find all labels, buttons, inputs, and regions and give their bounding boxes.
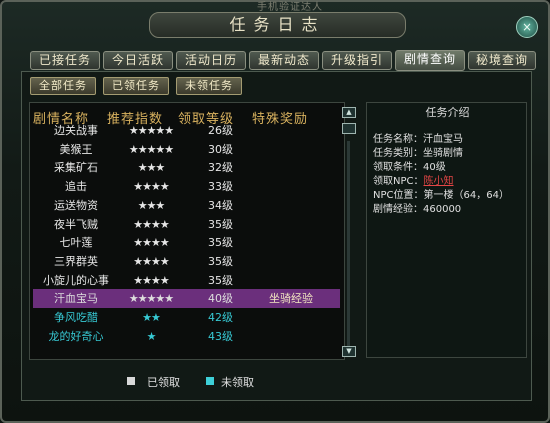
special-reward	[251, 252, 331, 271]
task-row[interactable]: 美猴王 ★★★★★ 30级	[33, 140, 340, 159]
tab-secret-realm-query[interactable]: 秘境查询	[468, 51, 536, 70]
required-level: 26级	[208, 124, 233, 137]
required-level: 42级	[208, 311, 233, 324]
special-reward: 坐骑经验	[269, 292, 313, 306]
special-reward	[251, 215, 331, 234]
special-reward	[251, 271, 331, 290]
task-name: 运送物资	[54, 198, 98, 212]
special-reward	[251, 177, 331, 196]
task-row[interactable]: 争风吃醋 ★★ 42级	[33, 308, 340, 327]
task-name: 汗血宝马	[54, 292, 98, 306]
required-level: 34级	[208, 198, 233, 212]
task-name: 三界群英	[54, 254, 98, 268]
task-name: 七叶莲	[59, 236, 93, 250]
detail-name-line: 任务名称：汗血宝马	[373, 130, 463, 145]
special-reward	[251, 158, 331, 177]
detail-title: 任务介绍	[425, 106, 470, 119]
recommend-stars: ★★★	[137, 198, 166, 212]
recommend-stars: ★★★★★	[128, 124, 174, 137]
detail-exp-value: 460000	[423, 204, 462, 215]
recommend-stars: ★★★★	[133, 273, 169, 287]
recommend-stars: ★★★★	[133, 180, 169, 194]
filter-unreceived-button[interactable]: 未领任务	[176, 77, 242, 95]
task-row[interactable]: 三界群英 ★★★★ 35级	[33, 252, 340, 271]
tab-accepted-tasks[interactable]: 已接任务	[30, 51, 100, 70]
task-name: 龙的好奇心	[48, 329, 104, 343]
detail-npc-pos-line: NPC位置：第一楼（64，64）	[373, 186, 509, 201]
legend-received-swatch	[127, 377, 135, 385]
task-row[interactable]: 夜半飞贼 ★★★★ 35级	[33, 215, 340, 234]
scroll-up-icon[interactable]: ▲	[342, 107, 356, 118]
special-reward	[251, 196, 331, 215]
task-name: 夜半飞贼	[54, 217, 98, 231]
recommend-stars: ★★★★★	[128, 142, 174, 156]
window-title: 任务日志	[149, 12, 406, 38]
recommend-stars: ★★★★	[133, 236, 169, 250]
task-name: 小旋儿的心事	[43, 273, 109, 287]
tab-event-calendar[interactable]: 活动日历	[176, 51, 246, 70]
task-row[interactable]: 小旋儿的心事 ★★★★ 35级	[33, 271, 340, 290]
scroll-down-icon[interactable]: ▼	[342, 346, 356, 357]
task-row[interactable]: 边关战事 ★★★★★ 26级	[33, 121, 340, 140]
required-level: 35级	[208, 236, 233, 250]
tab-latest-news[interactable]: 最新动态	[249, 51, 319, 70]
task-row[interactable]: 采集矿石 ★★★ 32级	[33, 158, 340, 177]
task-row[interactable]: 龙的好奇心 ★ 43级	[33, 327, 340, 346]
recommend-stars: ★★★★	[133, 254, 169, 268]
required-level: 33级	[208, 180, 233, 194]
recommend-stars: ★★★★	[133, 217, 169, 231]
detail-exp-line: 剧情经验：460000	[373, 200, 461, 215]
tab-story-query[interactable]: 剧情查询	[395, 50, 465, 71]
filter-all-button[interactable]: 全部任务	[30, 77, 96, 95]
filter-received-button[interactable]: 已领任务	[103, 77, 169, 95]
task-name: 追击	[65, 180, 87, 194]
required-level: 35级	[208, 217, 233, 231]
tab-level-guide[interactable]: 升级指引	[322, 51, 392, 70]
legend-received-label: 已领取	[147, 376, 180, 389]
required-level: 43级	[208, 329, 233, 343]
task-row[interactable]: 运送物资 ★★★ 34级	[33, 196, 340, 215]
detail-condition-line: 领取条件：40级	[373, 158, 446, 173]
task-row[interactable]: 汗血宝马 ★★★★★ 40级 坐骑经验	[33, 289, 340, 309]
tab-daily-activity[interactable]: 今日活跃	[103, 51, 173, 70]
special-reward	[251, 308, 331, 327]
detail-npc-line: 领取NPC：陈小知	[373, 172, 454, 187]
scroll-thumb[interactable]	[342, 123, 356, 134]
task-row[interactable]: 七叶莲 ★★★★ 35级	[33, 233, 340, 252]
list-scrollbar[interactable]: ▲ ▼	[342, 107, 356, 357]
required-level: 40级	[208, 292, 233, 306]
task-name: 美猴王	[59, 142, 93, 156]
special-reward	[251, 233, 331, 252]
task-name: 边关战事	[54, 124, 98, 137]
title-bar: 任务日志	[4, 12, 548, 38]
task-name: 争风吃醋	[54, 311, 98, 324]
recommend-stars: ★★★	[137, 161, 166, 175]
legend-unreceived-label: 未领取	[221, 376, 254, 389]
detail-category-line: 任务类别：坐骑剧情	[373, 144, 463, 159]
task-name: 采集矿石	[54, 161, 98, 175]
task-row[interactable]: 追击 ★★★★ 33级	[33, 177, 340, 196]
recommend-stars: ★★★★★	[128, 292, 174, 306]
required-level: 30级	[208, 142, 233, 156]
recommend-stars: ★	[146, 329, 157, 343]
required-level: 35级	[208, 254, 233, 268]
close-icon[interactable]: ×	[516, 16, 538, 38]
task-detail-panel: 任务介绍 任务名称：汗血宝马 任务类别：坐骑剧情 领取条件：40级 领取NPC：…	[366, 102, 527, 358]
required-level: 35级	[208, 273, 233, 287]
special-reward	[251, 140, 331, 159]
special-reward	[251, 121, 331, 140]
recommend-stars: ★★	[142, 311, 161, 324]
special-reward	[251, 327, 331, 346]
legend-unreceived-swatch	[206, 377, 214, 385]
required-level: 32级	[208, 161, 233, 175]
scroll-track[interactable]	[347, 141, 350, 346]
detail-exp-label: 剧情经验：	[373, 204, 423, 215]
